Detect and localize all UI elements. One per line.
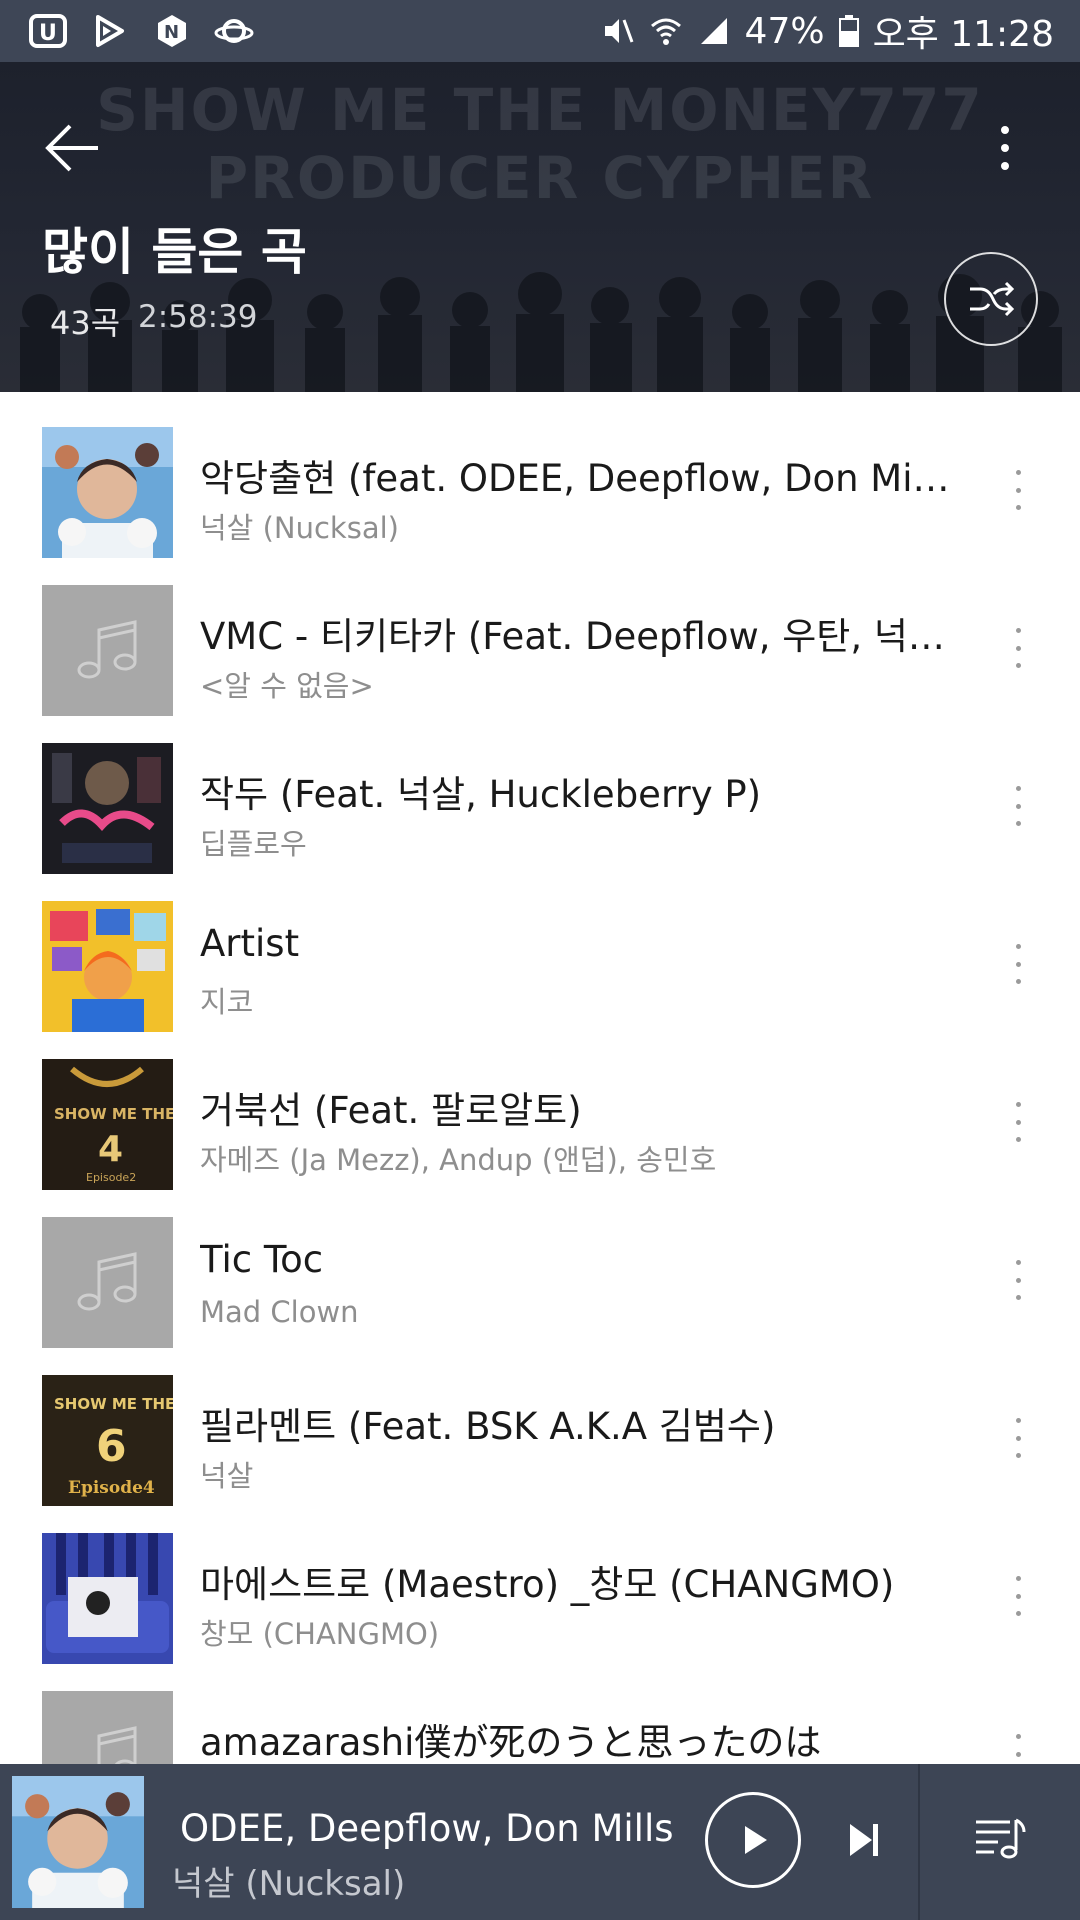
song-artist: Mad Clown (200, 1295, 359, 1329)
page-title: 많이 들은 곡 (42, 223, 307, 281)
song-artist: 넉살 (200, 1459, 254, 1493)
album-art (42, 427, 173, 558)
battery-percent: 47% (744, 10, 825, 52)
song-more-button[interactable] (1008, 944, 1028, 984)
song-row[interactable]: Artist 지코 (0, 866, 1080, 1032)
back-button[interactable] (40, 114, 108, 182)
more-options-button[interactable] (985, 114, 1025, 182)
song-artist: 자메즈 (Ja Mezz), Andup (앤덥), 송민호 (200, 1143, 717, 1177)
song-row[interactable]: VMC - 티키타카 (Feat. Deepflow, 우탄, 넉살,... <… (0, 550, 1080, 716)
battery-icon (838, 15, 859, 47)
album-art (42, 1533, 173, 1664)
song-more-button[interactable] (1008, 1260, 1028, 1300)
u-plus-icon: U (28, 11, 68, 51)
song-row[interactable]: 악당출현 (feat. ODEE, Deepflow, Don Mills,..… (0, 392, 1080, 558)
music-note-placeholder-icon (42, 1691, 173, 1764)
mini-player-album-art (12, 1776, 144, 1908)
song-artist: 지코 (200, 985, 254, 1019)
album-brand-text: SHOW ME THE MONEY (54, 1105, 173, 1123)
song-title: amazarashi僕が死のうと思ったのは (200, 1721, 822, 1764)
header-background-text: SHOW ME THE MONEY777 (96, 76, 984, 144)
svg-text:U: U (39, 21, 57, 46)
song-row[interactable]: amazarashi僕が死のうと思ったのは (0, 1656, 1080, 1764)
song-row[interactable]: SHOW ME THE MONEY 6 Episode4 필라멘트 (Feat.… (0, 1340, 1080, 1506)
album-art (42, 901, 173, 1032)
mini-player-title: ODEE, Deepflow, Don Mills, 우 (180, 1807, 675, 1850)
song-title: 작두 (Feat. 넉살, Huckleberry P) (200, 773, 762, 816)
album-number-text: 4 (98, 1129, 123, 1170)
song-title: 필라멘트 (Feat. BSK A.K.A 김범수) (200, 1405, 776, 1448)
naver-icon: N (152, 11, 192, 51)
mini-player[interactable]: ODEE, Deepflow, Don Mills, 우 넉살 (Nucksal… (0, 1764, 1080, 1920)
song-title: 거북선 (Feat. 팔로알토) (200, 1089, 582, 1132)
album-art: SHOW ME THE MONEY 6 Episode4 (42, 1375, 173, 1506)
play-store-icon (90, 11, 130, 51)
song-more-button[interactable] (1008, 470, 1028, 510)
planet-icon (214, 11, 254, 51)
song-title: 마에스트로 (Maestro) _창모 (CHANGMO) (200, 1563, 895, 1606)
album-art (42, 743, 173, 874)
song-title: Artist (200, 922, 300, 965)
clock: 오후 11:28 (872, 14, 1054, 55)
skip-next-icon (850, 1824, 878, 1856)
header-background-text: PRODUCER CYPHER (205, 144, 875, 212)
music-note-placeholder-icon (42, 585, 173, 716)
album-art: SHOW ME THE MONEY 4 Episode2 (42, 1059, 173, 1190)
song-title: Tic Toc (200, 1238, 324, 1281)
song-list: 악당출현 (feat. ODEE, Deepflow, Don Mills,..… (0, 392, 1080, 1764)
song-row[interactable]: Tic Toc Mad Clown (0, 1182, 1080, 1348)
song-more-button[interactable] (1008, 1102, 1028, 1142)
next-track-button[interactable] (842, 1818, 886, 1862)
album-number-text: 6 (96, 1421, 127, 1472)
song-count: 43곡 (50, 304, 121, 342)
queue-icon (976, 1818, 1026, 1859)
music-note-placeholder-icon (42, 1217, 173, 1348)
play-button[interactable] (705, 1792, 801, 1888)
playlist-queue-button[interactable] (972, 1810, 1028, 1866)
song-row[interactable]: 작두 (Feat. 넉살, Huckleberry P) 딥플로우 (0, 708, 1080, 874)
song-title: VMC - 티키타카 (Feat. Deepflow, 우탄, 넉살,... (200, 615, 950, 658)
playlist-header: SHOW ME THE MONEY777 PRODUCER CYPHER 많이 … (0, 62, 1080, 392)
shuffle-button[interactable] (944, 252, 1038, 346)
total-duration: 2:58:39 (138, 299, 258, 335)
song-more-button[interactable] (1008, 786, 1028, 826)
wifi-icon (649, 14, 683, 48)
song-more-button[interactable] (1008, 1734, 1028, 1764)
mute-icon (601, 14, 635, 48)
song-artist: <알 수 없음> (200, 669, 374, 703)
song-more-button[interactable] (1008, 628, 1028, 668)
shuffle-icon (970, 281, 1015, 317)
song-artist: 넉살 (Nucksal) (200, 511, 399, 545)
song-more-button[interactable] (1008, 1418, 1028, 1458)
status-bar: U N 47% 오후 11:28 (0, 0, 1080, 62)
svg-text:N: N (164, 22, 179, 43)
song-artist: 창모 (CHANGMO) (200, 1617, 440, 1651)
song-row[interactable]: 마에스트로 (Maestro) _창모 (CHANGMO) 창모 (CHANGM… (0, 1498, 1080, 1664)
signal-icon (697, 14, 731, 48)
song-row[interactable]: SHOW ME THE MONEY 4 Episode2 거북선 (Feat. … (0, 1024, 1080, 1190)
play-icon (745, 1826, 767, 1854)
song-title: 악당출현 (feat. ODEE, Deepflow, Don Mills,..… (200, 457, 950, 500)
song-artist: 딥플로우 (200, 827, 307, 861)
mini-player-artist: 넉살 (Nucksal) (172, 1864, 406, 1904)
mini-player-divider (918, 1764, 920, 1920)
album-brand-text: SHOW ME THE MONEY (54, 1395, 173, 1413)
album-episode-text: Episode4 (68, 1478, 155, 1498)
song-more-button[interactable] (1008, 1576, 1028, 1616)
